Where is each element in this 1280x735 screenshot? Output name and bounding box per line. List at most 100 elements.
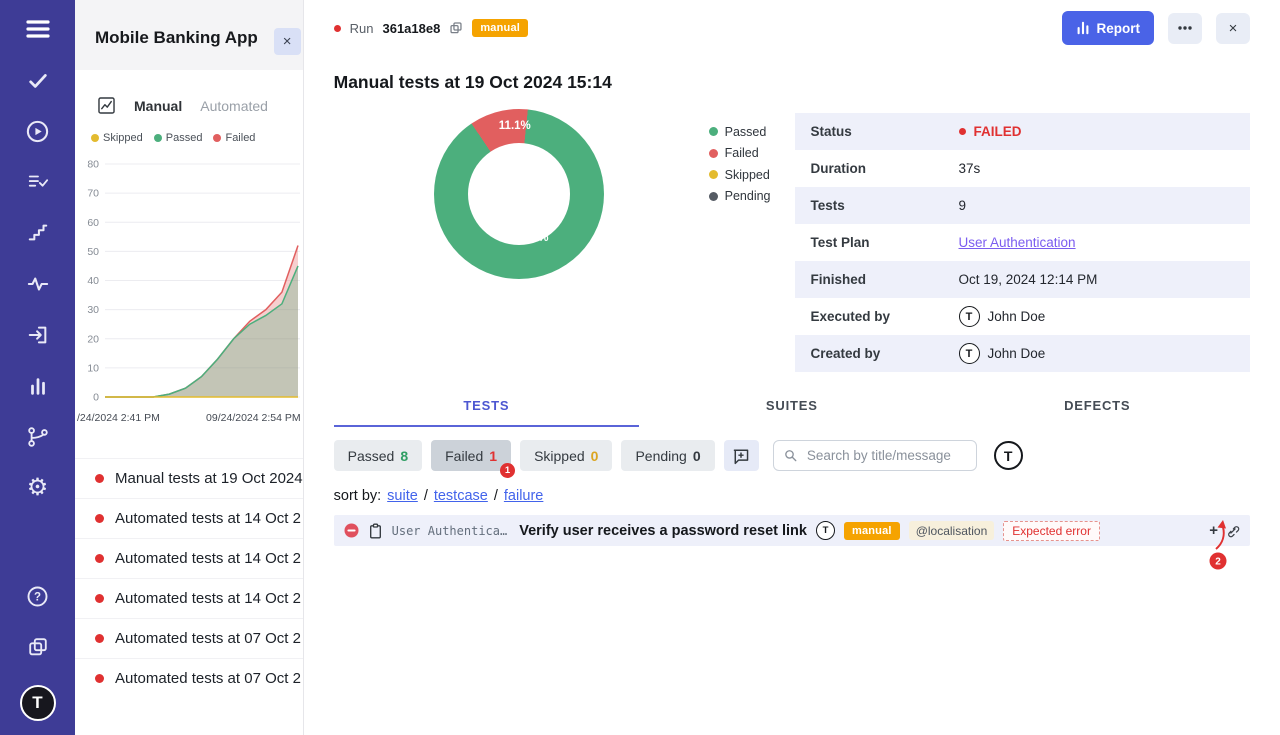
donut-failed-label: 11.1% — [499, 120, 531, 132]
run-icon[interactable] — [23, 118, 53, 144]
donut-legend: Passed Failed Skipped Pending — [709, 121, 771, 372]
search-input[interactable] — [805, 447, 966, 464]
status-value: FAILED — [959, 124, 1235, 139]
failed-dot — [213, 134, 221, 142]
donut-passed-label: 88.9% — [516, 232, 549, 244]
pulse-icon[interactable] — [23, 271, 53, 297]
add-icon[interactable]: + — [1209, 523, 1218, 538]
donut-legend-passed: Passed — [709, 121, 771, 143]
svg-text:40: 40 — [87, 275, 99, 287]
avatar: T — [959, 306, 980, 327]
clipboard-icon[interactable] — [368, 523, 383, 539]
test-tag[interactable]: @localisation — [909, 521, 995, 540]
run-list-item[interactable]: Automated tests at 14 Oct 2 — [75, 578, 303, 618]
failed-status-dot — [95, 594, 104, 603]
test-type-badge: manual — [844, 522, 900, 540]
avatar: T — [959, 343, 980, 364]
run-list-item[interactable]: Automated tests at 14 Oct 2 — [75, 498, 303, 538]
sort-by-failure[interactable]: failure — [504, 488, 544, 504]
import-icon[interactable] — [23, 322, 53, 348]
history-legend: Skipped Passed Failed — [75, 115, 303, 152]
svg-text:30: 30 — [87, 304, 99, 316]
copy-icon[interactable] — [449, 21, 463, 35]
test-plan-link[interactable]: User Authentication — [959, 235, 1076, 250]
svg-text:70: 70 — [87, 188, 99, 200]
filter-bar: Passed8 Failed1 1 Skipped0 Pending0 T — [334, 440, 1250, 471]
user-avatar[interactable]: T — [994, 441, 1023, 470]
skipped-dot — [91, 134, 99, 142]
panel-tab-automated[interactable]: Automated — [200, 98, 268, 114]
history-chart: 80706050403020100 — [75, 152, 303, 410]
search-icon — [784, 448, 797, 463]
run-type-badge: manual — [472, 19, 528, 37]
detail-row-duration: Duration 37s — [795, 150, 1251, 187]
detail-row-status: Status FAILED — [795, 113, 1251, 150]
comment-filter-button[interactable] — [724, 440, 759, 471]
svg-text:10: 10 — [87, 362, 99, 374]
test-list-icon[interactable] — [23, 169, 53, 195]
legend-skipped: Skipped — [91, 132, 143, 144]
tab-suites[interactable]: SUITES — [639, 388, 944, 427]
failed-minus-icon — [344, 523, 359, 538]
history-chart-x-axis: /24/2024 2:41 PM 09/24/2024 2:54 PM — [75, 410, 303, 424]
sort-by-suite[interactable]: suite — [387, 488, 418, 504]
filter-passed[interactable]: Passed8 — [334, 440, 423, 471]
legend-passed: Passed — [154, 132, 203, 144]
settings-icon[interactable]: ⚙ — [23, 475, 53, 501]
chart-mode-icon[interactable] — [97, 96, 116, 115]
run-list-item[interactable]: Automated tests at 07 Oct 2 — [75, 618, 303, 658]
projects-icon[interactable] — [23, 634, 53, 660]
filter-pending[interactable]: Pending0 — [621, 440, 714, 471]
project-title: Mobile Banking App — [95, 28, 269, 48]
filter-failed[interactable]: Failed1 1 — [431, 440, 511, 471]
svg-text:20: 20 — [87, 333, 99, 345]
run-list-item[interactable]: Automated tests at 14 Oct 2 — [75, 538, 303, 578]
branch-icon[interactable] — [23, 424, 53, 450]
tab-defects[interactable]: DEFECTS — [945, 388, 1250, 427]
filter-skipped[interactable]: Skipped0 — [520, 440, 612, 471]
detail-row-finished: Finished Oct 19, 2024 12:14 PM — [795, 261, 1251, 298]
donut-legend-pending: Pending — [709, 186, 771, 208]
test-title[interactable]: Verify user receives a password reset li… — [519, 523, 807, 539]
sort-by-testcase[interactable]: testcase — [434, 488, 488, 504]
donut-legend-failed: Failed — [709, 143, 771, 165]
report-button[interactable]: Report — [1062, 11, 1155, 45]
error-message-chip[interactable]: Expected error — [1003, 521, 1100, 541]
steps-icon[interactable] — [23, 220, 53, 246]
help-icon[interactable]: ? — [23, 583, 53, 609]
legend-failed: Failed — [213, 132, 255, 144]
run-details-table: Status FAILED Duration 37s Tests 9 Test … — [795, 113, 1251, 372]
assignee-avatar: T — [816, 521, 835, 540]
search-box — [773, 440, 977, 471]
failed-status-dot — [95, 554, 104, 563]
svg-text:0: 0 — [93, 392, 99, 404]
tab-tests[interactable]: TESTS — [334, 388, 639, 427]
failed-status-dot — [95, 634, 104, 643]
suite-name[interactable]: User Authentica… — [392, 524, 508, 538]
sort-row: sort by: suite / testcase / failure — [334, 488, 1250, 504]
svg-text:?: ? — [34, 591, 41, 603]
checks-icon[interactable] — [23, 67, 53, 93]
run-status-dot — [334, 25, 341, 32]
panel-tab-manual[interactable]: Manual — [134, 98, 182, 114]
analytics-icon[interactable] — [23, 373, 53, 399]
app-logo[interactable]: T — [20, 685, 56, 721]
test-result-row[interactable]: User Authentica… Verify user receives a … — [334, 515, 1250, 546]
close-panel-button[interactable]: × — [274, 28, 301, 55]
passed-dot — [154, 134, 162, 142]
comment-plus-icon — [732, 447, 750, 465]
svg-text:2: 2 — [1215, 557, 1221, 568]
row-actions: + — [1209, 523, 1240, 538]
detail-row-tests: Tests 9 — [795, 187, 1251, 224]
run-list-item[interactable]: Automated tests at 07 Oct 2 — [75, 658, 303, 698]
run-list-item[interactable]: Manual tests at 19 Oct 2024 — [75, 458, 303, 498]
panel-header: Mobile Banking App × — [75, 0, 303, 70]
more-button[interactable] — [1168, 13, 1202, 44]
close-run-button[interactable]: × — [1216, 13, 1250, 44]
run-page-title: Manual tests at 19 Oct 2024 15:14 — [334, 72, 1250, 93]
app-window: ⚙ ? T Mobile Banking App × Manual Automa… — [0, 0, 1280, 735]
menu-icon[interactable] — [23, 16, 53, 42]
run-id: 361a18e8 — [382, 21, 440, 36]
link-icon[interactable] — [1226, 524, 1240, 538]
detail-row-created-by: Created by TJohn Doe — [795, 335, 1251, 372]
